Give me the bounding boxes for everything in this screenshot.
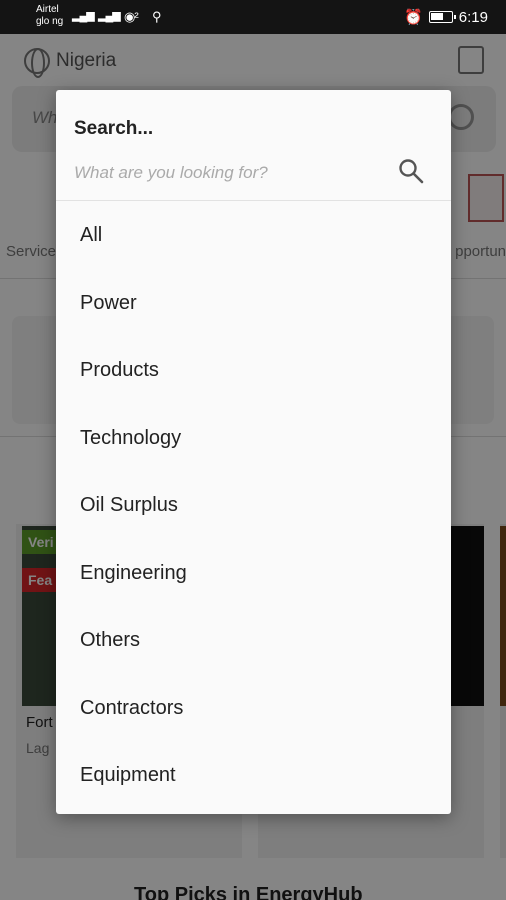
option-power[interactable]: Power — [56, 270, 451, 338]
carrier-info: Airtel glo ng — [36, 4, 64, 27]
option-equipment[interactable]: Equipment — [56, 742, 451, 810]
signal-icon: ▂▄▆ — [98, 10, 121, 22]
status-right: ⏰ 6:19 — [404, 8, 488, 27]
search-input[interactable] — [74, 160, 374, 186]
alarm-icon: ⏰ — [404, 9, 423, 26]
clock: 6:19 — [458, 8, 488, 26]
dialog-title: Search... — [74, 118, 154, 139]
search-dialog: Search... All Power Products Technology … — [56, 90, 451, 814]
option-contractors[interactable]: Contractors — [56, 675, 451, 743]
status-bar: Airtel glo ng ▂▄▆ ▂▄▆ ◉² ⚲ ⏰ 6:19 — [0, 0, 506, 34]
option-engineering[interactable]: Engineering — [56, 540, 451, 608]
dialog-divider — [56, 200, 451, 201]
option-technology[interactable]: Technology — [56, 405, 451, 473]
option-products[interactable]: Products — [56, 337, 451, 405]
option-oil-surplus[interactable]: Oil Surplus — [56, 472, 451, 540]
signal-icon: ▂▄▆ — [72, 10, 95, 22]
search-icon[interactable] — [398, 158, 424, 184]
battery-icon — [428, 11, 456, 23]
option-others[interactable]: Others — [56, 607, 451, 675]
wifi-icon: ◉² — [124, 9, 139, 24]
person-icon: ⚲ — [152, 9, 161, 24]
category-options-list: All Power Products Technology Oil Surplu… — [56, 202, 451, 810]
option-all[interactable]: All — [56, 202, 451, 270]
